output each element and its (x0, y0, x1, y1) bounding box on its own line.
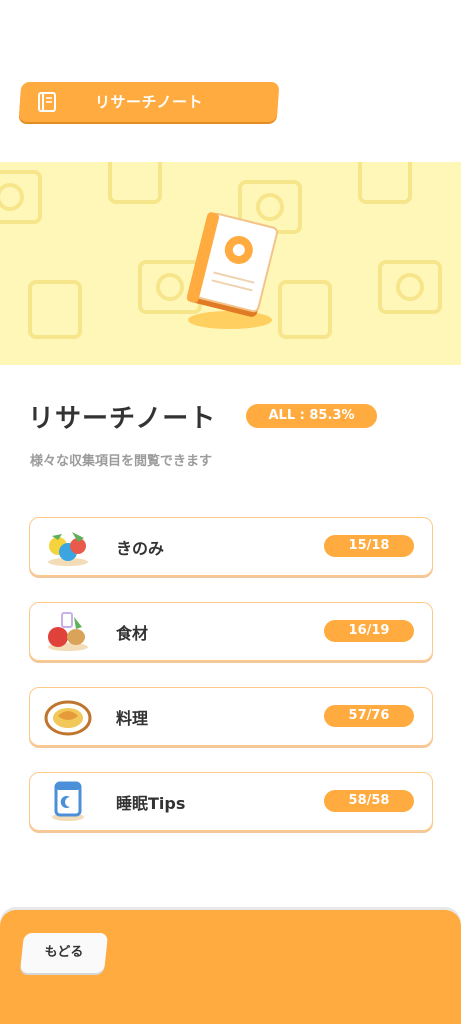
page-title: リサーチノート (28, 404, 217, 434)
ingredients-icon (48, 612, 88, 651)
list-item-ingredients[interactable]: 食材 16/19 (29, 602, 433, 661)
list-item-label: 食材 (116, 624, 149, 643)
page-subtitle: 様々な収集項目を閲覧できます (30, 454, 213, 469)
header-tab: リサーチノート (18, 82, 280, 122)
all-progress-badge: ALL : 85.3% (246, 404, 377, 428)
list-item-dishes[interactable]: 料理 57/76 (29, 687, 433, 746)
list-item-berries[interactable]: きのみ 15/18 (29, 517, 433, 576)
list-item-count: 15/18 (324, 535, 414, 557)
list-item-label: 睡眠Tips (116, 794, 186, 813)
sleep-tips-icon (52, 781, 84, 821)
list-item-label: 料理 (116, 709, 149, 728)
list-item-count: 16/19 (324, 620, 414, 642)
list-item-count: 58/58 (324, 790, 414, 812)
list-item-count: 57/76 (324, 705, 414, 727)
title-row: リサーチノート (28, 398, 216, 435)
back-button-label: もどる (44, 945, 84, 960)
list-item-sleep-tips[interactable]: 睡眠Tips 58/58 (29, 772, 433, 831)
header-title: リサーチノート (94, 93, 204, 111)
berries-icon (48, 532, 88, 566)
back-button[interactable]: もどる (19, 933, 109, 973)
research-note-book-icon (186, 212, 279, 329)
dish-icon (44, 700, 92, 736)
list-item-label: きのみ (116, 539, 165, 558)
